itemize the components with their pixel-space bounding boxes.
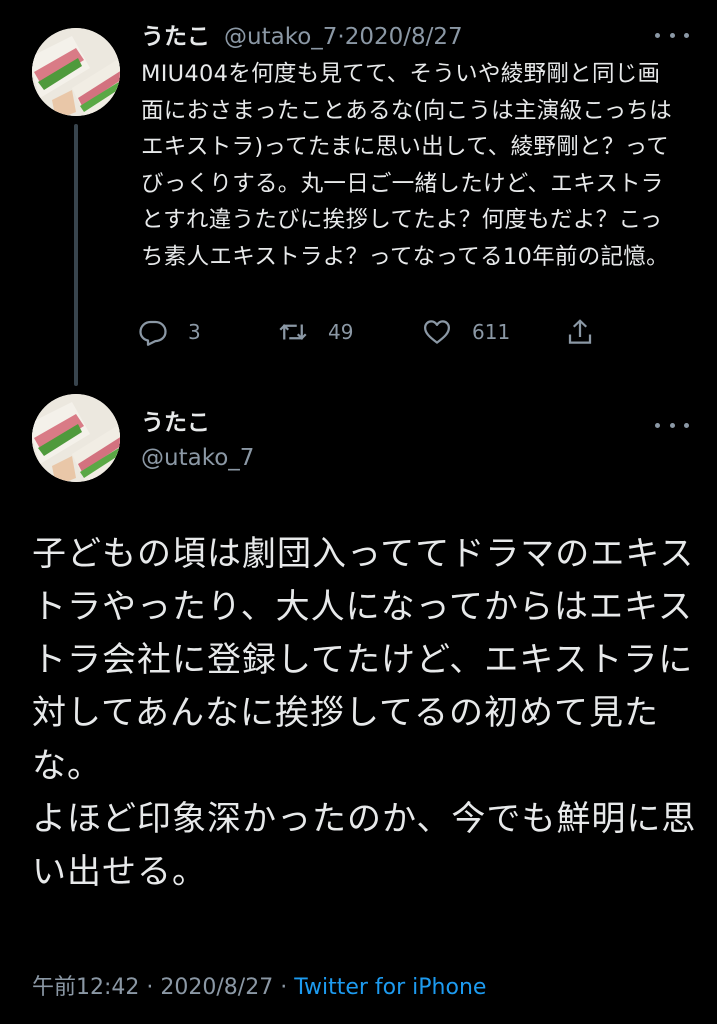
retweet-button[interactable]: 49 xyxy=(278,312,353,352)
tweet-time[interactable]: 午前12:42 xyxy=(32,975,139,1000)
retweet-count: 49 xyxy=(328,320,354,344)
parent-tweet-text: MIU404を何度も見てて、そういや綾野剛と同じ画面におさまったことあるな(向こ… xyxy=(141,61,673,270)
like-count: 611 xyxy=(472,320,511,344)
tweet-date[interactable]: 2020/8/27 xyxy=(345,22,463,52)
main-tweet-text: 子どもの頃は劇団入っててドラマのエキストラやったり、大人になってからはエキストラ… xyxy=(32,534,697,892)
tweet-date[interactable]: 2020/8/27 xyxy=(160,975,273,1000)
tweet-metadata: 午前12:42 · 2020/8/27 · Twitter for iPhone xyxy=(32,972,486,1004)
thread-connector-line xyxy=(74,124,78,386)
reply-button[interactable]: 3 xyxy=(138,312,201,352)
tweet-source-link[interactable]: Twitter for iPhone xyxy=(294,975,486,1000)
avatar-sandwich-image xyxy=(32,394,120,482)
heart-icon xyxy=(424,320,450,344)
avatar[interactable] xyxy=(32,28,120,116)
parent-tweet-header: うたこ @utako_7 · 2020/8/27 xyxy=(141,22,463,52)
tweet-thread-view: うたこ @utako_7 · 2020/8/27 MIU404を何度も見てて、そ… xyxy=(0,0,717,1024)
author-name[interactable]: うたこ xyxy=(141,408,210,438)
retweet-icon xyxy=(279,324,307,340)
author-handle[interactable]: @utako_7 xyxy=(224,22,337,52)
more-options-icon[interactable] xyxy=(655,30,689,40)
reply-count: 3 xyxy=(188,320,201,344)
like-button[interactable]: 611 xyxy=(422,312,510,352)
avatar[interactable] xyxy=(32,394,120,482)
more-options-icon[interactable] xyxy=(655,420,689,430)
separator-dot: · xyxy=(337,24,345,50)
avatar-sandwich-image xyxy=(32,28,120,116)
separator-dot: · xyxy=(139,975,161,1000)
author-handle[interactable]: @utako_7 xyxy=(141,443,254,473)
author-name[interactable]: うたこ xyxy=(141,22,210,52)
share-button[interactable] xyxy=(565,312,595,352)
tweet-action-bar: 3 49 611 xyxy=(138,312,608,352)
reply-icon xyxy=(139,320,167,346)
share-icon xyxy=(568,319,592,344)
separator-dot: · xyxy=(273,975,295,1000)
